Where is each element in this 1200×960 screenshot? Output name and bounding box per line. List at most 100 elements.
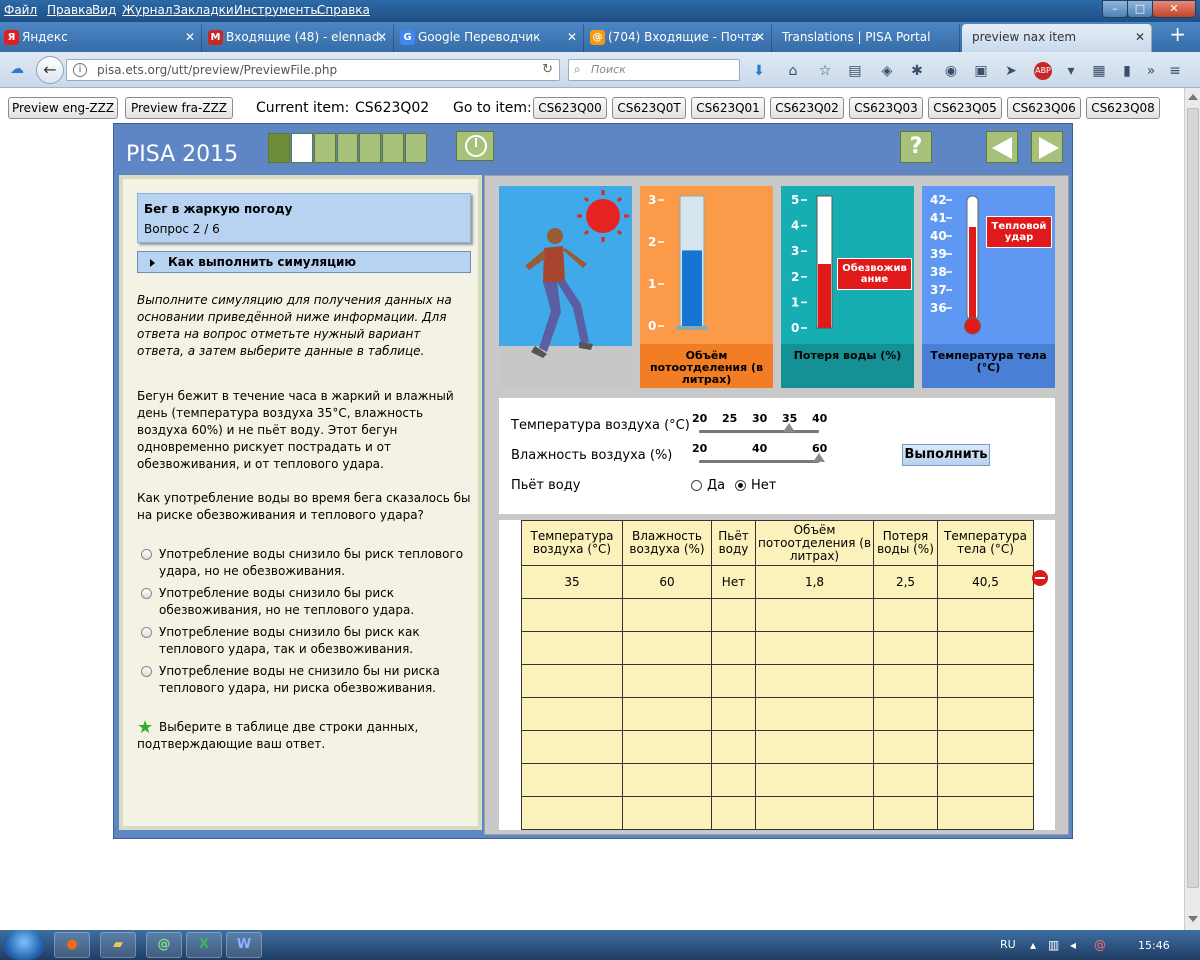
howto-simulation-button[interactable]: Как выполнить симуляцию [137, 251, 471, 273]
table-row[interactable] [521, 796, 1034, 830]
reload-icon[interactable]: ↻ [542, 62, 553, 77]
radio-button[interactable] [141, 666, 152, 677]
close-icon[interactable]: ✕ [1135, 24, 1145, 51]
previous-button[interactable] [986, 131, 1018, 163]
menu-history[interactable]: Журнал [122, 3, 173, 17]
table-row[interactable]: 35 60 Нет 1,8 2,5 40,5 [521, 565, 1034, 599]
clipboard-icon[interactable]: ▤ [846, 62, 864, 80]
network-icon[interactable]: ▥ [1048, 938, 1059, 952]
menu-bookmarks[interactable]: Закладки [173, 3, 234, 17]
volume-icon[interactable]: ◂ [1070, 938, 1076, 952]
next-button[interactable] [1031, 131, 1063, 163]
goto-item-button[interactable]: CS623Q00 [533, 97, 607, 119]
chat-icon[interactable]: ◉ [942, 62, 960, 80]
menu-file[interactable]: Файл [4, 3, 37, 17]
sync-icon[interactable]: ☁ [8, 60, 26, 78]
word-app-icon[interactable]: W [226, 932, 262, 958]
url-bar[interactable]: i pisa.ets.org/utt/preview/PreviewFile.p… [66, 59, 560, 81]
menu-help[interactable]: Справка [317, 3, 370, 17]
goto-item-button[interactable]: CS623Q02 [770, 97, 844, 119]
table-row[interactable] [521, 697, 1034, 731]
adblock-icon[interactable]: ABP [1034, 62, 1052, 80]
scroll-thumb[interactable] [1187, 108, 1199, 888]
minimize-button[interactable]: – [1102, 0, 1128, 18]
scroll-up-icon[interactable] [1188, 94, 1198, 100]
addon-icon[interactable]: ✱ [908, 62, 926, 80]
drink-no-radio[interactable] [735, 480, 746, 491]
air-temp-slider-handle[interactable] [783, 423, 795, 432]
back-button[interactable]: ← [36, 56, 64, 84]
radio-button[interactable] [141, 588, 152, 599]
close-icon[interactable]: ✕ [185, 24, 195, 51]
radio-button[interactable] [141, 549, 152, 560]
close-window-button[interactable]: ✕ [1152, 0, 1196, 18]
home-icon[interactable]: ⌂ [784, 62, 802, 80]
table-cell: Нет [711, 565, 756, 599]
menu-view[interactable]: Вид [92, 3, 116, 17]
timer-button[interactable] [456, 131, 494, 161]
radio-button[interactable] [141, 627, 152, 638]
goto-item-button[interactable]: CS623Q03 [849, 97, 923, 119]
overflow-icon[interactable]: » [1142, 62, 1160, 80]
answer-option[interactable]: Употребление воды снизило бы риск обезво… [141, 585, 471, 619]
excel-app-icon[interactable]: X [186, 932, 222, 958]
preview-eng-button[interactable]: Preview eng-ZZZ [8, 97, 118, 119]
preview-fra-button[interactable]: Preview fra-ZZZ [125, 97, 233, 119]
table-row[interactable] [521, 631, 1034, 665]
goto-item-button[interactable]: CS623Q05 [928, 97, 1002, 119]
hamburger-menu-icon[interactable]: ≡ [1166, 62, 1184, 80]
tray-arrow-icon[interactable]: ▴ [1030, 938, 1036, 952]
thermometer-icon: 36 37 38 39 40 41 42 [930, 193, 981, 335]
firefox-app-icon[interactable]: ● [54, 932, 90, 958]
chevron-down-icon[interactable]: ▾ [1062, 62, 1080, 80]
remove-row-icon[interactable] [1032, 570, 1048, 586]
tab-mail[interactable]: @ (704) Входящие - Почта ... ✕ [586, 24, 772, 52]
explorer-app-icon[interactable]: ▰ [100, 932, 136, 958]
goto-item-button[interactable]: CS623Q06 [1007, 97, 1081, 119]
close-icon[interactable]: ✕ [755, 24, 765, 51]
bookmark-star-icon[interactable]: ☆ [816, 62, 834, 80]
goto-item-button[interactable]: CS623Q0T [612, 97, 686, 119]
answer-option[interactable]: Употребление воды снизило бы риск как те… [141, 624, 471, 658]
tab-preview-active[interactable]: preview nax item ✕ [962, 24, 1152, 52]
close-icon[interactable]: ✕ [567, 24, 577, 51]
tab-google-translate[interactable]: G Google Переводчик ✕ [396, 24, 584, 52]
tab-gmail[interactable]: M Входящие (48) - elennad... ✕ [204, 24, 394, 52]
menu-edit[interactable]: Правка [47, 3, 93, 17]
humidity-slider-handle[interactable] [813, 453, 825, 462]
run-simulation-button[interactable]: Выполнить [902, 444, 990, 466]
search-input[interactable]: ⌕ Поиск [568, 59, 740, 81]
info-icon[interactable]: i [73, 63, 87, 77]
scroll-down-icon[interactable] [1188, 916, 1198, 922]
humidity-slider[interactable] [699, 460, 819, 463]
help-button[interactable]: ? [900, 131, 932, 163]
mail-app-icon[interactable]: @ [146, 932, 182, 958]
goto-item-button[interactable]: CS623Q01 [691, 97, 765, 119]
table-row[interactable] [521, 598, 1034, 632]
send-icon[interactable]: ➤ [1002, 62, 1020, 80]
start-button[interactable] [4, 930, 44, 960]
drink-yes-radio[interactable] [691, 480, 702, 491]
new-tab-plus-icon[interactable]: + [1169, 24, 1186, 44]
goto-item-button[interactable]: CS623Q08 [1086, 97, 1160, 119]
answer-option[interactable]: Употребление воды снизило бы риск теплов… [141, 546, 471, 580]
battery-icon[interactable]: ▮ [1118, 62, 1136, 80]
answer-option[interactable]: Употребление воды не снизило бы ни риска… [141, 663, 471, 697]
air-temp-slider[interactable] [699, 430, 819, 433]
mail-tray-icon[interactable]: @ [1094, 938, 1106, 952]
language-indicator[interactable]: RU [1000, 938, 1016, 951]
table-row[interactable] [521, 664, 1034, 698]
pocket-icon[interactable]: ◈ [878, 62, 896, 80]
tab-pisa-portal[interactable]: Translations | PISA Portal [774, 24, 960, 52]
menu-tools[interactable]: Инструменты [234, 3, 320, 17]
pisa-frame: PISA 2015 ? Бег в жаркую погоду Вопрос 2… [113, 123, 1073, 839]
maximize-button[interactable]: □ [1127, 0, 1153, 18]
extension-icon[interactable]: ▦ [1090, 62, 1108, 80]
page-scrollbar[interactable] [1184, 88, 1200, 930]
close-icon[interactable]: ✕ [377, 24, 387, 51]
table-row[interactable] [521, 730, 1034, 764]
table-row[interactable] [521, 763, 1034, 797]
tab-yandex[interactable]: Я Яндекс ✕ [0, 24, 202, 52]
download-icon[interactable]: ⬇ [750, 62, 768, 80]
screenshot-icon[interactable]: ▣ [972, 62, 990, 80]
